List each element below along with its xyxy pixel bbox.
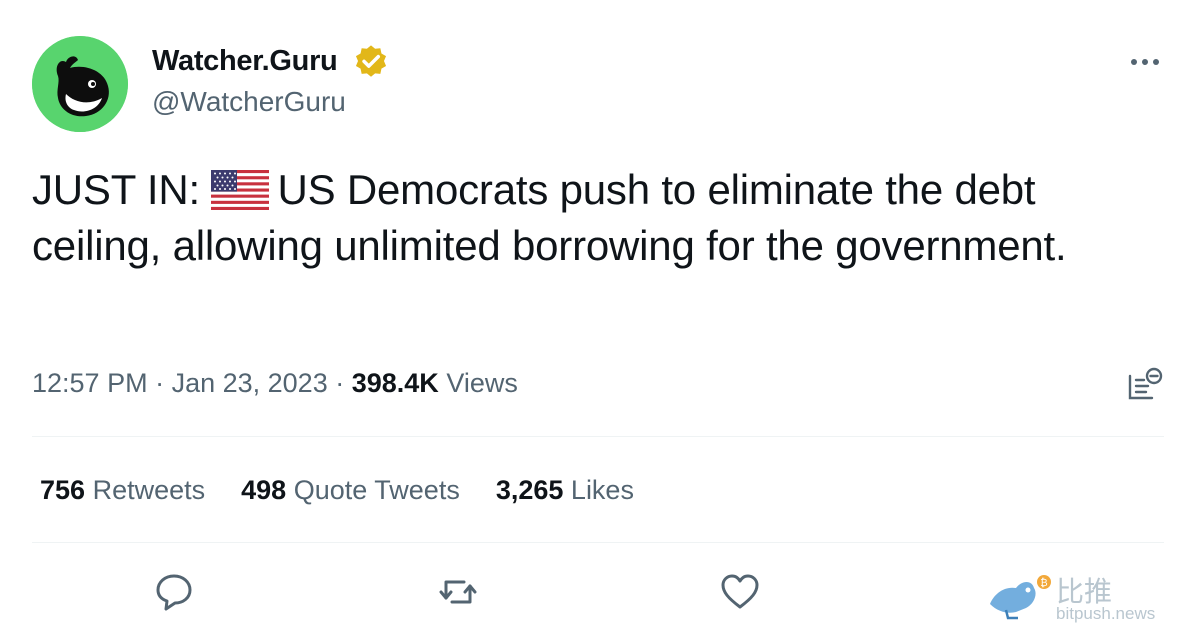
quote-tweets-count: 498	[241, 475, 287, 505]
reply-icon[interactable]	[152, 570, 196, 614]
likes-label: Likes	[570, 475, 634, 505]
retweets-label: Retweets	[92, 475, 206, 505]
bird-logo-icon: ₿	[990, 575, 1051, 620]
verified-badge-icon	[355, 45, 387, 77]
meta-separator: ·	[327, 368, 352, 398]
retweet-icon[interactable]	[436, 570, 480, 614]
likes-stat[interactable]: 3,265 Likes	[496, 475, 634, 505]
svg-text:₿: ₿	[1040, 577, 1047, 589]
views-count: 398.4K	[351, 368, 439, 398]
analytics-icon[interactable]	[1126, 366, 1166, 404]
engagement-stats: 756 Retweets 498 Quote Tweets 3,265 Likes	[40, 475, 670, 506]
retweets-stat[interactable]: 756 Retweets	[40, 475, 205, 505]
more-options-icon[interactable]	[1128, 52, 1162, 72]
handle[interactable]: @WatcherGuru	[152, 86, 346, 118]
tweet-meta: 12:57 PM · Jan 23, 2023 · 398.4K Views	[32, 368, 518, 399]
meta-separator: ·	[147, 368, 172, 398]
like-heart-icon[interactable]	[718, 570, 762, 614]
watermark-en: bitpush.news	[1056, 604, 1156, 623]
retweets-count: 756	[40, 475, 86, 505]
quote-tweets-stat[interactable]: 498 Quote Tweets	[241, 475, 460, 505]
us-flag-icon	[211, 170, 270, 210]
display-name[interactable]: Watcher.Guru	[152, 45, 338, 78]
tweet-text-prefix: JUST IN:	[32, 166, 200, 213]
divider	[32, 542, 1164, 543]
tweet-time[interactable]: 12:57 PM	[32, 368, 148, 398]
avatar[interactable]	[32, 36, 128, 132]
whale-logo-icon	[32, 36, 128, 132]
tweet-date[interactable]: Jan 23, 2023	[172, 368, 328, 398]
tweet-text: JUST IN: US Democrats push to eliminate …	[32, 162, 1162, 274]
divider	[32, 436, 1164, 437]
bitpush-watermark: ₿ 比推 bitpush.news	[986, 570, 1176, 630]
quote-tweets-label: Quote Tweets	[293, 475, 460, 505]
likes-count: 3,265	[495, 475, 564, 505]
views-label: Views	[446, 368, 518, 398]
